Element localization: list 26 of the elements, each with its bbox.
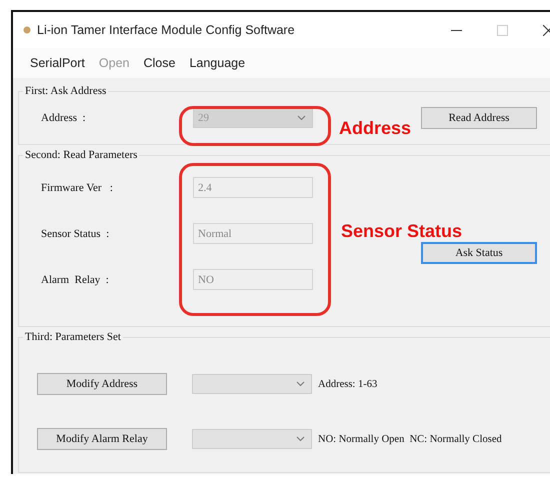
hint-text: NO: Normally Open NC: Normally Closed [318, 434, 502, 444]
annotation-label: Sensor Status [341, 221, 462, 242]
group-title: Third: Parameters Set [24, 331, 122, 343]
parameter-label: Sensor Status : [40, 228, 110, 240]
ask-status-button[interactable]: Ask Status [421, 242, 537, 264]
modify-button[interactable]: Modify Address [37, 373, 167, 395]
group-title: First: Ask Address [24, 85, 108, 97]
read-address-button[interactable]: Read Address [421, 107, 537, 129]
parameter-label: Alarm Relay : [40, 274, 110, 286]
group-title: Second: Read Parameters [24, 149, 138, 161]
menu-item[interactable]: Close [136, 56, 182, 70]
chevron-down-icon [296, 381, 305, 387]
chevron-down-icon [296, 436, 305, 442]
maximize-icon[interactable] [496, 24, 508, 36]
window-title: Li-ion Tamer Interface Module Config Software [37, 23, 296, 37]
modify-button[interactable]: Modify Alarm Relay [37, 428, 167, 450]
value-dropdown[interactable] [192, 374, 312, 394]
app-icon [23, 26, 31, 34]
menu-item[interactable]: Language [182, 56, 252, 70]
menu-item[interactable]: SerialPort [23, 56, 92, 70]
annotation-label: Address [339, 118, 412, 139]
value-dropdown[interactable] [192, 429, 312, 449]
hint-text: Address: 1-63 [318, 378, 378, 390]
address-label: Address : [40, 112, 87, 124]
parameter-label: Firmware Ver : [40, 182, 114, 194]
chevron-down-icon [297, 115, 306, 121]
